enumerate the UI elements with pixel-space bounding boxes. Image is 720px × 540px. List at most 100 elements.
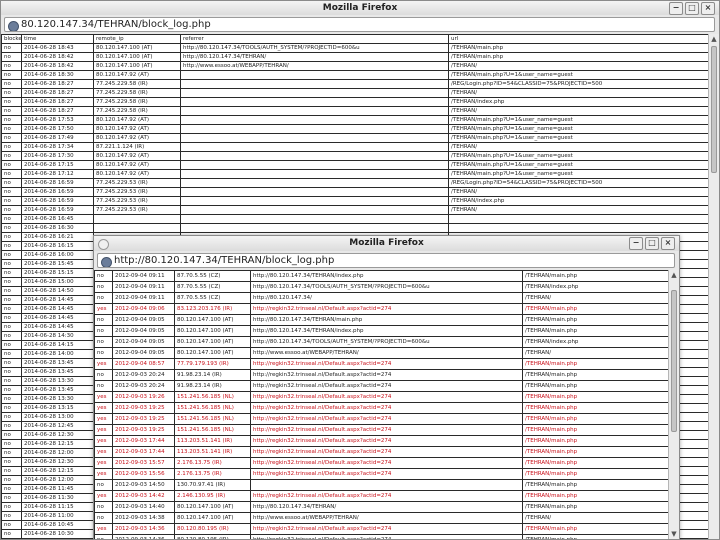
back-vertical-scrollbar[interactable]: ▲ bbox=[708, 34, 719, 539]
cell-blocked: no bbox=[1, 304, 22, 314]
cell-blocked: no bbox=[1, 268, 22, 278]
cell-referrer: http://regkin32.trinseal.nl/Default.aspx… bbox=[250, 435, 523, 447]
log-table-row: no 2014-06-28 17:12 80.120.147.92 (AT) /TEH… bbox=[1, 169, 709, 179]
cell-blocked: no bbox=[94, 292, 113, 304]
cell-time: 2014-06-28 10:15 bbox=[21, 538, 94, 539]
cell-time: 2014-06-28 16:59 bbox=[21, 205, 94, 215]
log-table-row: no 2014-06-28 17:30 80.120.147.92 (AT) /TEH… bbox=[1, 151, 709, 161]
cell-url: /REG/Login.php?ID=54&CLASSID=75&PROJECTI… bbox=[448, 178, 709, 188]
cell-remote-ip: 80.120.147.92 (AT) bbox=[93, 115, 181, 125]
log-table-row: no 2014-06-28 18:43 80.120.147.100 (AT) htt… bbox=[1, 43, 709, 53]
cell-time: 2012-09-03 20:24 bbox=[112, 369, 175, 381]
front-close-button[interactable]: × bbox=[661, 237, 675, 250]
front-minimize-button[interactable]: − bbox=[629, 237, 643, 250]
cell-blocked: yes bbox=[94, 358, 113, 370]
front-window-titlebar[interactable]: Mozilla Firefox − □ × bbox=[94, 236, 679, 252]
cell-blocked: no bbox=[1, 385, 22, 395]
back-scrollbar-thumb[interactable] bbox=[711, 46, 717, 173]
cell-time: 2012-09-04 09:06 bbox=[112, 303, 175, 315]
cell-blocked: no bbox=[94, 336, 113, 348]
cell-time: 2012-09-04 09:11 bbox=[112, 292, 175, 304]
cell-blocked: no bbox=[1, 232, 22, 242]
cell-time: 2014-06-28 15:45 bbox=[21, 259, 94, 269]
cell-blocked: no bbox=[1, 394, 22, 404]
log-table-row: yes 2012-09-03 17:44 113.203.51.141 (IR) ht… bbox=[94, 446, 671, 458]
cell-time: 2014-06-28 18:42 bbox=[21, 61, 94, 71]
cell-time: 2014-06-28 14:30 bbox=[21, 331, 94, 341]
cell-blocked: no bbox=[1, 169, 22, 179]
cell-time: 2014-06-28 13:30 bbox=[21, 394, 94, 404]
back-scroll-up-arrow-icon[interactable]: ▲ bbox=[709, 34, 719, 44]
cell-blocked: no bbox=[1, 322, 22, 332]
cell-url: /TEHRAN/ bbox=[522, 292, 671, 304]
log-table-row: no 2014-06-28 16:30 bbox=[1, 223, 709, 233]
cell-time: 2014-06-28 13:45 bbox=[21, 358, 94, 368]
cell-url: /TEHRAN/main.php?U=1&user_name=guest bbox=[448, 115, 709, 125]
cell-time: 2014-06-28 13:00 bbox=[21, 412, 94, 422]
cell-referrer: http://regkin32.trinseal.nl/Default.aspx… bbox=[250, 358, 523, 370]
cell-remote-ip: 87.70.5.55 (CZ) bbox=[174, 270, 251, 282]
cell-referrer bbox=[250, 479, 523, 491]
log-table-row: no2012-09-03 14:3680.120.80.195 (IR)http… bbox=[94, 534, 671, 539]
cell-time: 2014-06-28 16:45 bbox=[21, 214, 94, 224]
cell-referrer: http://regkin32.trinseal.nl/Default.aspx… bbox=[250, 380, 523, 392]
log-table-row: no 2014-06-28 16:59 77.245.229.53 (IR) /TEH… bbox=[1, 187, 709, 197]
cell-url: /TEHRAN/ bbox=[448, 142, 709, 152]
cell-remote-ip: 77.245.229.58 (IR) bbox=[93, 88, 181, 98]
cell-remote-ip: 80.120.147.100 (AT) bbox=[93, 52, 181, 62]
cell-referrer: http://www.essoo.at/WEBAPP/TEHRAN/ bbox=[250, 512, 523, 524]
cell-blocked: no bbox=[1, 277, 22, 287]
front-vertical-scrollbar[interactable]: ▲ ▼ bbox=[668, 270, 679, 539]
back-url-field[interactable]: 80.120.147.34/TEHRAN/block_log.php bbox=[4, 17, 715, 32]
cell-remote-ip: 80.120.147.92 (AT) bbox=[93, 151, 181, 161]
cell-url: /TEHRAN/index.php bbox=[448, 196, 709, 206]
cell-time: 2014-06-28 13:15 bbox=[21, 403, 94, 413]
back-minimize-button[interactable]: − bbox=[669, 2, 683, 15]
cell-blocked: yes bbox=[94, 468, 113, 480]
back-close-button[interactable]: × bbox=[701, 2, 715, 15]
back-window-titlebar[interactable]: Mozilla Firefox − □ × bbox=[1, 1, 719, 16]
cell-blocked: no bbox=[1, 250, 22, 260]
cell-blocked: no bbox=[1, 223, 22, 233]
header-referrer: referrer bbox=[180, 34, 449, 44]
cell-referrer: http://regkin32.trinseal.nl/Default.aspx… bbox=[250, 490, 523, 502]
cell-blocked: no bbox=[1, 97, 22, 107]
front-browser-window: Mozilla Firefox − □ × http://80.120.147.… bbox=[93, 235, 680, 540]
cell-referrer bbox=[180, 97, 449, 107]
cell-url: /TEHRAN/main.php?U=1&user_name=guest bbox=[448, 133, 709, 143]
cell-remote-ip: 113.203.51.141 (IR) bbox=[174, 435, 251, 447]
cell-referrer: http://regkin32.trinseal.nl/Default.aspx… bbox=[250, 523, 523, 535]
log-table-row: no 2012-09-04 09:11 87.70.5.55 (CZ) http://… bbox=[94, 292, 671, 304]
cell-referrer bbox=[180, 187, 449, 197]
cell-time: 2012-09-03 19:25 bbox=[112, 424, 175, 436]
cell-remote-ip bbox=[93, 223, 181, 233]
cell-blocked: yes bbox=[94, 402, 113, 414]
cell-blocked: no bbox=[1, 115, 22, 125]
cell-blocked: no bbox=[1, 286, 22, 296]
cell-referrer: http://80.120.147.34/TOOLS/AUTH_SYSTEM/?… bbox=[250, 336, 523, 348]
log-table-row: no 2012-09-04 09:05 80.120.147.100 (AT) htt… bbox=[94, 336, 671, 348]
window-menu-icon[interactable] bbox=[98, 239, 109, 250]
log-table-row: yes 2012-09-03 19:25 151.241.56.185 (NL) ht… bbox=[94, 402, 671, 414]
cell-time: 2014-06-28 11:45 bbox=[21, 484, 94, 494]
front-scrollbar-thumb[interactable] bbox=[671, 290, 677, 432]
cell-referrer bbox=[180, 124, 449, 134]
cell-referrer: http://regkin32.trinseal.nl/Default.aspx… bbox=[250, 369, 523, 381]
cell-time: 2014-06-28 17:15 bbox=[21, 160, 94, 170]
cell-blocked: no bbox=[1, 133, 22, 143]
cell-time: 2014-06-28 14:45 bbox=[21, 313, 94, 323]
log-table-row: no 2014-06-28 17:53 80.120.147.92 (AT) /TEH… bbox=[1, 115, 709, 125]
cell-time: 2014-06-28 12:00 bbox=[21, 475, 94, 485]
cell-url: /TEHRAN/main.php bbox=[522, 534, 671, 539]
cell-time: 2014-06-28 16:15 bbox=[21, 241, 94, 251]
front-url-field[interactable]: http://80.120.147.34/TEHRAN/block_log.ph… bbox=[97, 253, 675, 268]
log-table-row: yes 2012-09-03 15:56 2.176.13.75 (IR) http:… bbox=[94, 468, 671, 480]
front-scroll-up-arrow-icon[interactable]: ▲ bbox=[669, 270, 679, 280]
cell-remote-ip: 77.245.229.53 (IR) bbox=[93, 205, 181, 215]
back-maximize-button[interactable]: □ bbox=[685, 2, 699, 15]
cell-blocked: yes bbox=[94, 424, 113, 436]
front-maximize-button[interactable]: □ bbox=[645, 237, 659, 250]
front-scroll-down-arrow-icon[interactable]: ▼ bbox=[669, 529, 679, 539]
cell-blocked: no bbox=[1, 349, 22, 359]
cell-remote-ip: 80.120.147.92 (AT) bbox=[93, 70, 181, 80]
